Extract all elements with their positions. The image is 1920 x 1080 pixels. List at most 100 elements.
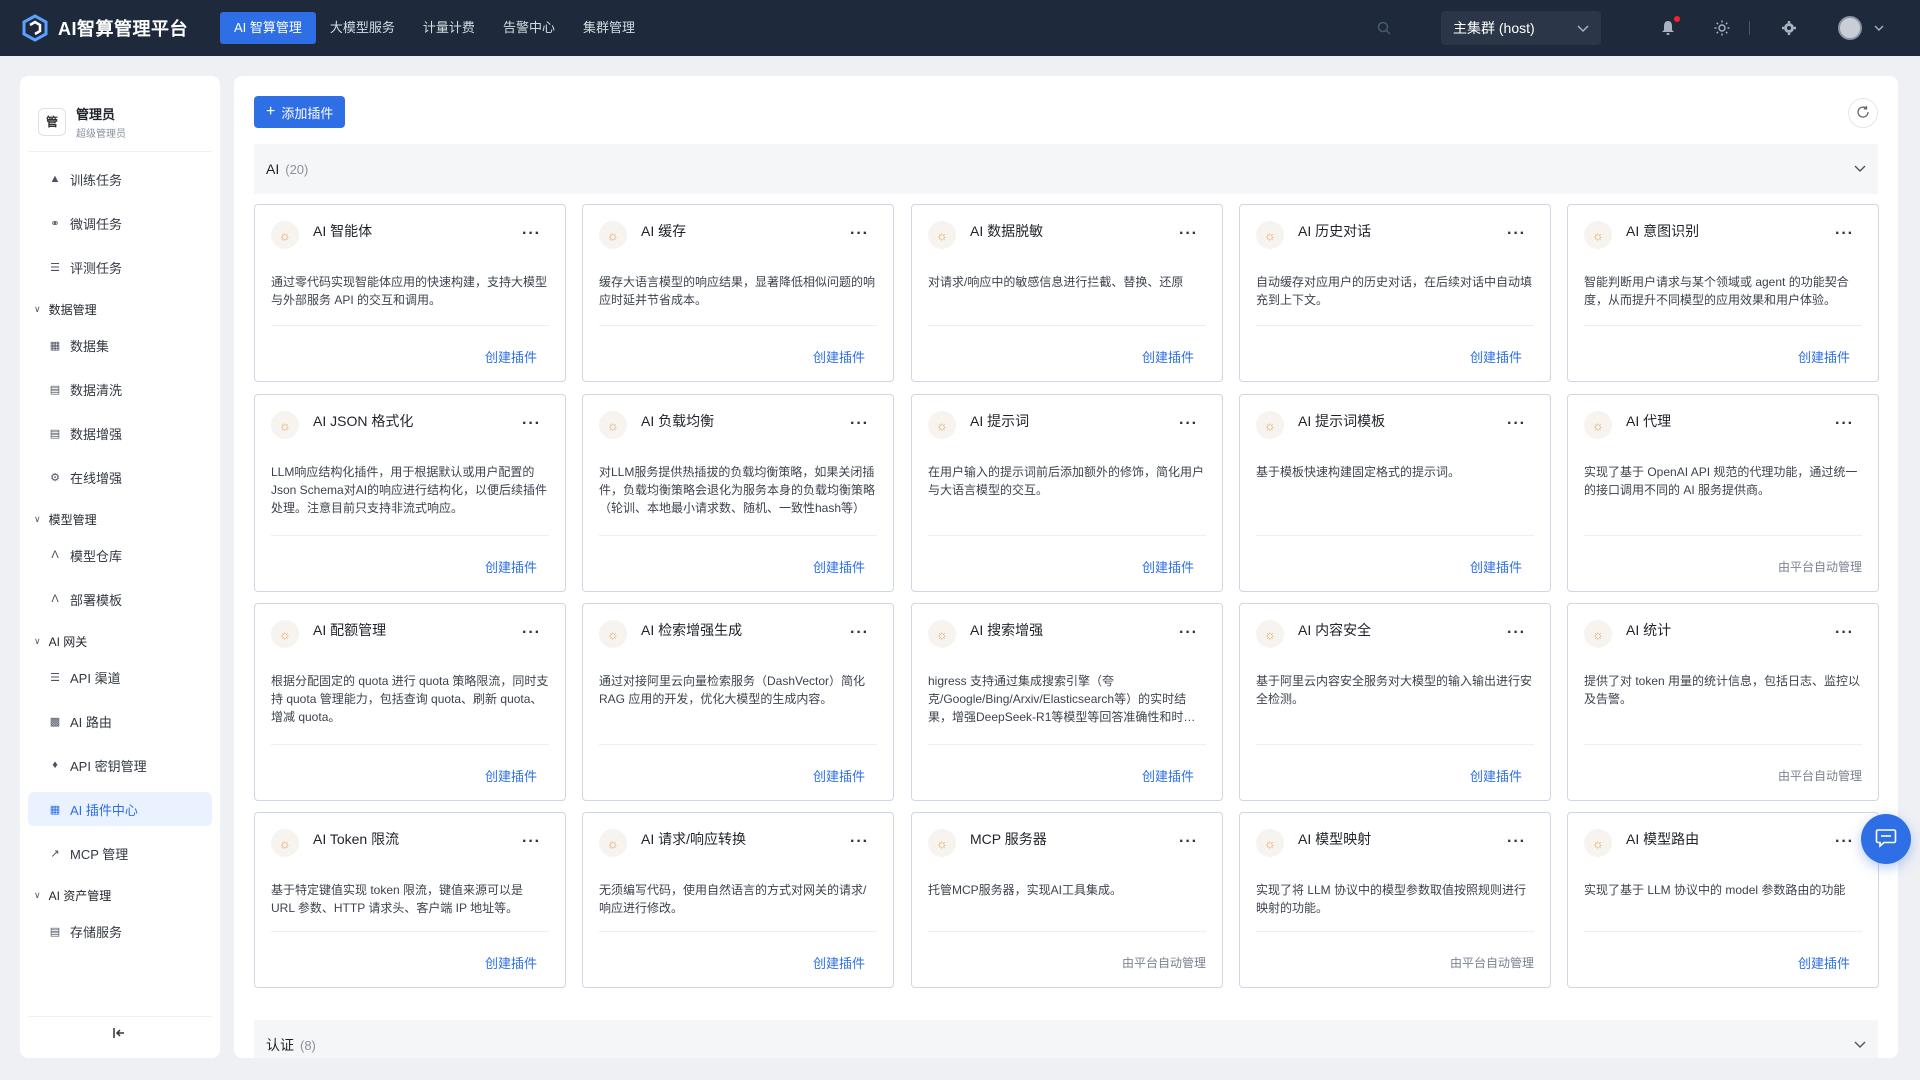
- plugin-card[interactable]: ☼ AI 代理 ··· 实现了基于 OpenAI API 规范的代理功能，通过统一的接…: [1567, 394, 1879, 592]
- more-options-icon[interactable]: ···: [522, 833, 541, 851]
- sidebar-item-finetune[interactable]: ⚭ 微调任务: [28, 206, 212, 240]
- sidebar-item-clean[interactable]: ▤ 数据清洗: [28, 372, 212, 406]
- sidebar-group-model[interactable]: ∨ 模型管理: [28, 504, 212, 534]
- plugin-card[interactable]: ☼ AI 请求/响应转换 ··· 无须编写代码，使用自然语言的方式对网关的请求/响应进…: [582, 812, 894, 988]
- create-plugin-link[interactable]: 创建插件: [485, 766, 537, 785]
- plugin-card[interactable]: ☼ AI 历史对话 ··· 自动缓存对应用户的历史对话，在后续对话中自动填充到上下文。…: [1239, 204, 1551, 382]
- sidebar-item-model-repo[interactable]: Λ 模型仓库: [28, 538, 212, 572]
- plugin-card[interactable]: ☼ AI 负载均衡 ··· 对LLM服务提供热插拔的负载均衡策略，如果关闭插件，负载均…: [582, 394, 894, 592]
- sidebar-item-storage[interactable]: ▤ 存储服务: [28, 914, 212, 948]
- topnav-cluster[interactable]: 集群管理: [569, 12, 649, 44]
- plugin-card[interactable]: ☼ AI 提示词模板 ··· 基于模板快速构建固定格式的提示词。 创建插件: [1239, 394, 1551, 592]
- create-plugin-link[interactable]: 创建插件: [1798, 347, 1850, 366]
- create-plugin-link[interactable]: 创建插件: [1470, 557, 1522, 576]
- sidebar-group-label: 模型管理: [48, 512, 97, 527]
- sidebar-item-api-channel[interactable]: ☰ API 渠道: [28, 660, 212, 694]
- plugin-card[interactable]: ☼ AI 检索增强生成 ··· 通过对接阿里云向量检索服务（DashVector）简化…: [582, 603, 894, 801]
- plugin-card[interactable]: ☼ AI 统计 ··· 提供了对 token 用量的统计信息，包括日志、监控以及告警。…: [1567, 603, 1879, 801]
- create-plugin-link[interactable]: 创建插件: [1470, 766, 1522, 785]
- more-options-icon[interactable]: ···: [1835, 833, 1854, 851]
- sidebar-item-training[interactable]: ▲ 训练任务: [28, 162, 212, 196]
- sidebar-group-data[interactable]: ∨ 数据管理: [28, 294, 212, 324]
- create-plugin-link[interactable]: 创建插件: [1470, 347, 1522, 366]
- more-options-icon[interactable]: ···: [1179, 624, 1198, 642]
- topnav-llm-service[interactable]: 大模型服务: [316, 12, 409, 44]
- more-options-icon[interactable]: ···: [1507, 833, 1526, 851]
- more-options-icon[interactable]: ···: [1835, 624, 1854, 642]
- plugin-card[interactable]: ☼ AI 意图识别 ··· 智能判断用户请求与某个领域或 agent 的功能契合度，从…: [1567, 204, 1879, 382]
- plugin-card[interactable]: ☼ AI 配额管理 ··· 根据分配固定的 quota 进行 quota 策略限流，同…: [254, 603, 566, 801]
- plugin-card[interactable]: ☼ AI 提示词 ··· 在用户输入的提示词前后添加额外的修饰，简化用户与大语言模型的…: [911, 394, 1223, 592]
- more-options-icon[interactable]: ···: [1507, 415, 1526, 433]
- create-plugin-link[interactable]: 创建插件: [485, 557, 537, 576]
- topnav-alerts[interactable]: 告警中心: [489, 12, 569, 44]
- card-divider: [928, 931, 1206, 932]
- plugin-card[interactable]: ☼ AI 搜索增强 ··· higress 支持通过集成搜索引擎（夸克/Google/…: [911, 603, 1223, 801]
- create-plugin-link[interactable]: 创建插件: [813, 766, 865, 785]
- chevron-down-icon[interactable]: [1870, 19, 1888, 37]
- more-options-icon[interactable]: ···: [850, 225, 869, 243]
- more-options-icon[interactable]: ···: [522, 624, 541, 642]
- create-plugin-link[interactable]: 创建插件: [1142, 557, 1194, 576]
- create-plugin-link[interactable]: 创建插件: [485, 953, 537, 972]
- topnav-billing[interactable]: 计量计费: [409, 12, 489, 44]
- plugin-card[interactable]: ☼ AI 智能体 ··· 通过零代码实现智能体应用的快速构建，支持大模型与外部服务 A…: [254, 204, 566, 382]
- sidebar-item-mcp[interactable]: ↗ MCP 管理: [28, 836, 212, 870]
- create-plugin-link[interactable]: 创建插件: [813, 347, 865, 366]
- chat-assistant-button[interactable]: [1861, 814, 1911, 864]
- chevron-down-icon: [1577, 20, 1589, 36]
- gear-icon[interactable]: [1780, 19, 1798, 37]
- sidebar-item-dataset[interactable]: ▦ 数据集: [28, 328, 212, 362]
- theme-toggle-icon[interactable]: [1713, 19, 1731, 37]
- sidebar-group-gateway[interactable]: ∨ AI 网关: [28, 626, 212, 656]
- user-avatar[interactable]: [1838, 16, 1862, 40]
- cluster-select[interactable]: 主集群 (host): [1441, 11, 1601, 45]
- sidebar-item-online-augment[interactable]: ⚙ 在线增强: [28, 460, 212, 494]
- create-plugin-link[interactable]: 创建插件: [1142, 347, 1194, 366]
- create-plugin-link[interactable]: 创建插件: [813, 557, 865, 576]
- plugin-card[interactable]: ☼ MCP 服务器 ··· 托管MCP服务器，实现AI工具集成。 由平台自动管理: [911, 812, 1223, 988]
- plugin-card[interactable]: ☼ AI 数据脱敏 ··· 对请求/响应中的敏感信息进行拦截、替换、还原 创建插件: [911, 204, 1223, 382]
- more-options-icon[interactable]: ···: [1507, 624, 1526, 642]
- more-options-icon[interactable]: ···: [1179, 415, 1198, 433]
- section-header-ai[interactable]: AI (20): [254, 144, 1878, 194]
- more-options-icon[interactable]: ···: [1179, 833, 1198, 851]
- sidebar-group-assets[interactable]: ∨ AI 资产管理: [28, 880, 212, 910]
- brand[interactable]: AI智算管理平台: [20, 13, 206, 43]
- add-plugin-button[interactable]: + 添加插件: [254, 96, 346, 128]
- more-options-icon[interactable]: ···: [850, 833, 869, 851]
- sidebar-item-deploy-template[interactable]: Λ 部署模板: [28, 582, 212, 616]
- sidebar-item-label: 数据增强: [70, 426, 123, 442]
- refresh-button[interactable]: [1848, 98, 1878, 128]
- bell-icon[interactable]: [1659, 16, 1680, 37]
- create-plugin-link[interactable]: 创建插件: [1142, 766, 1194, 785]
- more-options-icon[interactable]: ···: [1835, 415, 1854, 433]
- create-plugin-link[interactable]: 创建插件: [1798, 953, 1850, 972]
- plugin-name: AI 统计: [1626, 622, 1672, 638]
- sidebar-item-plugin-center[interactable]: ▦ AI 插件中心: [28, 792, 212, 826]
- create-plugin-link[interactable]: 创建插件: [813, 953, 865, 972]
- sidebar-item-evaluate[interactable]: ☰ 评测任务: [28, 250, 212, 284]
- sidebar-item-ai-route[interactable]: ▩ AI 路由: [28, 704, 212, 738]
- more-options-icon[interactable]: ···: [1835, 225, 1854, 243]
- plugin-card[interactable]: ☼ AI Token 限流 ··· 基于特定键值实现 token 限流，键值来源可以是…: [254, 812, 566, 988]
- collapse-sidebar-button[interactable]: [28, 1016, 212, 1050]
- search-icon[interactable]: [1375, 19, 1393, 37]
- more-options-icon[interactable]: ···: [1507, 225, 1526, 243]
- more-options-icon[interactable]: ···: [522, 225, 541, 243]
- topnav-ai-compute[interactable]: AI 智算管理: [220, 12, 316, 44]
- sidebar-item-api-key[interactable]: ♦ API 密钥管理: [28, 748, 212, 782]
- sidebar-item-augment[interactable]: ▤ 数据增强: [28, 416, 212, 450]
- plugin-card-header: ☼ AI 请求/响应转换: [599, 829, 746, 857]
- plugin-card[interactable]: ☼ AI 模型路由 ··· 实现了基于 LLM 协议中的 model 参数路由的功能创…: [1567, 812, 1879, 988]
- more-options-icon[interactable]: ···: [850, 415, 869, 433]
- create-plugin-link[interactable]: 创建插件: [485, 347, 537, 366]
- more-options-icon[interactable]: ···: [522, 415, 541, 433]
- plugin-card[interactable]: ☼ AI 内容安全 ··· 基于阿里云内容安全服务对大模型的输入输出进行安全检测。 创建…: [1239, 603, 1551, 801]
- plugin-card[interactable]: ☼ AI 缓存 ··· 缓存大语言模型的响应结果，显著降低相似问题的响应时延并节省成本…: [582, 204, 894, 382]
- section-header-auth[interactable]: 认证 (8): [254, 1020, 1878, 1058]
- plugin-card[interactable]: ☼ AI 模型映射 ··· 实现了将 LLM 协议中的模型参数取值按照规则进行映射的功…: [1239, 812, 1551, 988]
- more-options-icon[interactable]: ···: [1179, 225, 1198, 243]
- more-options-icon[interactable]: ···: [850, 624, 869, 642]
- plugin-card[interactable]: ☼ AI JSON 格式化 ··· LLM响应结构化插件，用于根据默认或用户配置的Js…: [254, 394, 566, 592]
